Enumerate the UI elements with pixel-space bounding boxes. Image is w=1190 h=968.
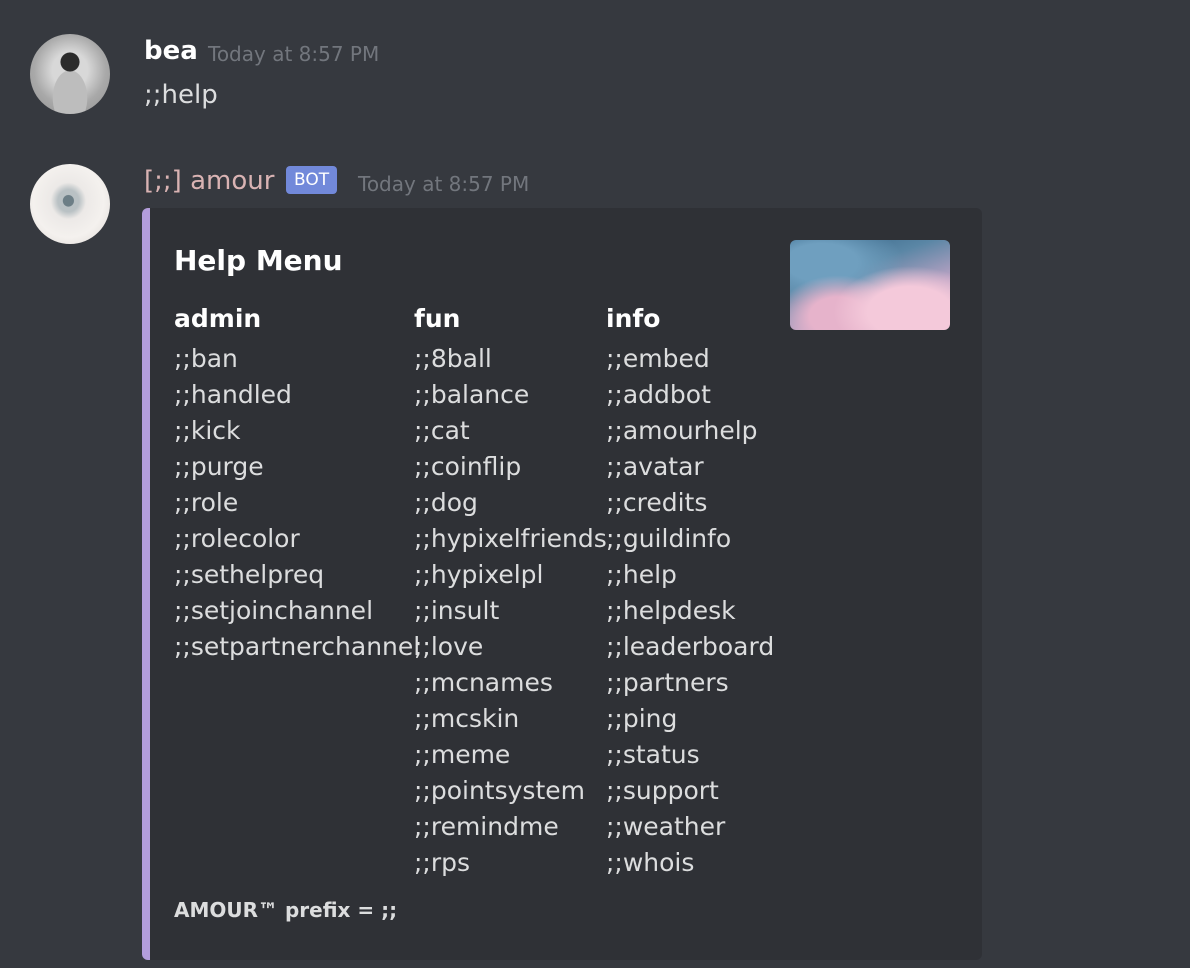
command-item: ;;leaderboard [606,632,775,661]
command-item: ;;remindme [414,812,559,841]
command-item: ;;coinflip [414,452,522,481]
command-item: ;;insult [414,596,500,625]
command-item: ;;helpdesk [606,596,736,625]
command-item: ;;weather [606,812,726,841]
command-item: ;;sethelpreq [174,560,325,589]
message-content: ;;help [144,80,218,110]
column-header: info [606,304,661,333]
command-item: ;;handled [174,380,292,409]
command-item: ;;ban [174,344,238,373]
command-item: ;;hypixelpl [414,560,544,589]
command-item: ;;8ball [414,344,492,373]
timestamp: Today at 8:57 PM [208,42,380,66]
command-item: ;;support [606,776,719,805]
command-item: ;;purge [174,452,264,481]
command-item: ;;setjoinchannel [174,596,374,625]
command-item: ;;whois [606,848,695,877]
username[interactable]: [;;] amour [144,166,274,196]
column-admin: admin ;;ban ;;handled ;;kick ;;purge ;;role;… [174,304,420,668]
column-header: fun [414,304,461,333]
bot-badge: BOT [286,166,338,194]
command-item: ;;kick [174,416,241,445]
command-item: ;;mcnames [414,668,553,697]
command-item: ;;love [414,632,484,661]
embed-title: Help Menu [174,244,343,277]
column-header: admin [174,304,262,333]
command-item: ;;mcskin [414,704,520,733]
command-item: ;;amourhelp [606,416,758,445]
username[interactable]: bea [144,36,198,66]
help-embed: Help Menu admin ;;ban ;;handled ;;kick ;;pu… [142,208,982,960]
avatar[interactable] [30,164,110,244]
command-item: ;;setpartnerchannel [174,632,421,661]
command-item: ;;rolecolor [174,524,300,553]
command-item: ;;dog [414,488,478,517]
timestamp: Today at 8:57 PM [358,172,530,196]
command-item: ;;embed [606,344,710,373]
command-item: ;;rps [414,848,471,877]
command-item: ;;balance [414,380,530,409]
command-item: ;;hypixelfriends [414,524,607,553]
embed-footer: AMOUR™ prefix = ;; [174,898,398,922]
embed-thumbnail[interactable] [790,240,950,330]
command-item: ;;addbot [606,380,711,409]
avatar[interactable] [30,34,110,114]
command-item: ;;status [606,740,700,769]
command-item: ;;cat [414,416,470,445]
command-item: ;;partners [606,668,729,697]
column-info: info ;;embed ;;addbot ;;amourhelp ;;avatar;… [606,304,774,884]
command-item: ;;pointsystem [414,776,585,805]
command-item: ;;guildinfo [606,524,732,553]
command-item: ;;meme [414,740,511,769]
command-item: ;;avatar [606,452,704,481]
command-item: ;;credits [606,488,708,517]
command-item: ;;ping [606,704,678,733]
command-item: ;;role [174,488,239,517]
command-item: ;;help [606,560,677,589]
column-fun: fun ;;8ball ;;balance ;;cat ;;coinflip ;;dog… [414,304,607,884]
